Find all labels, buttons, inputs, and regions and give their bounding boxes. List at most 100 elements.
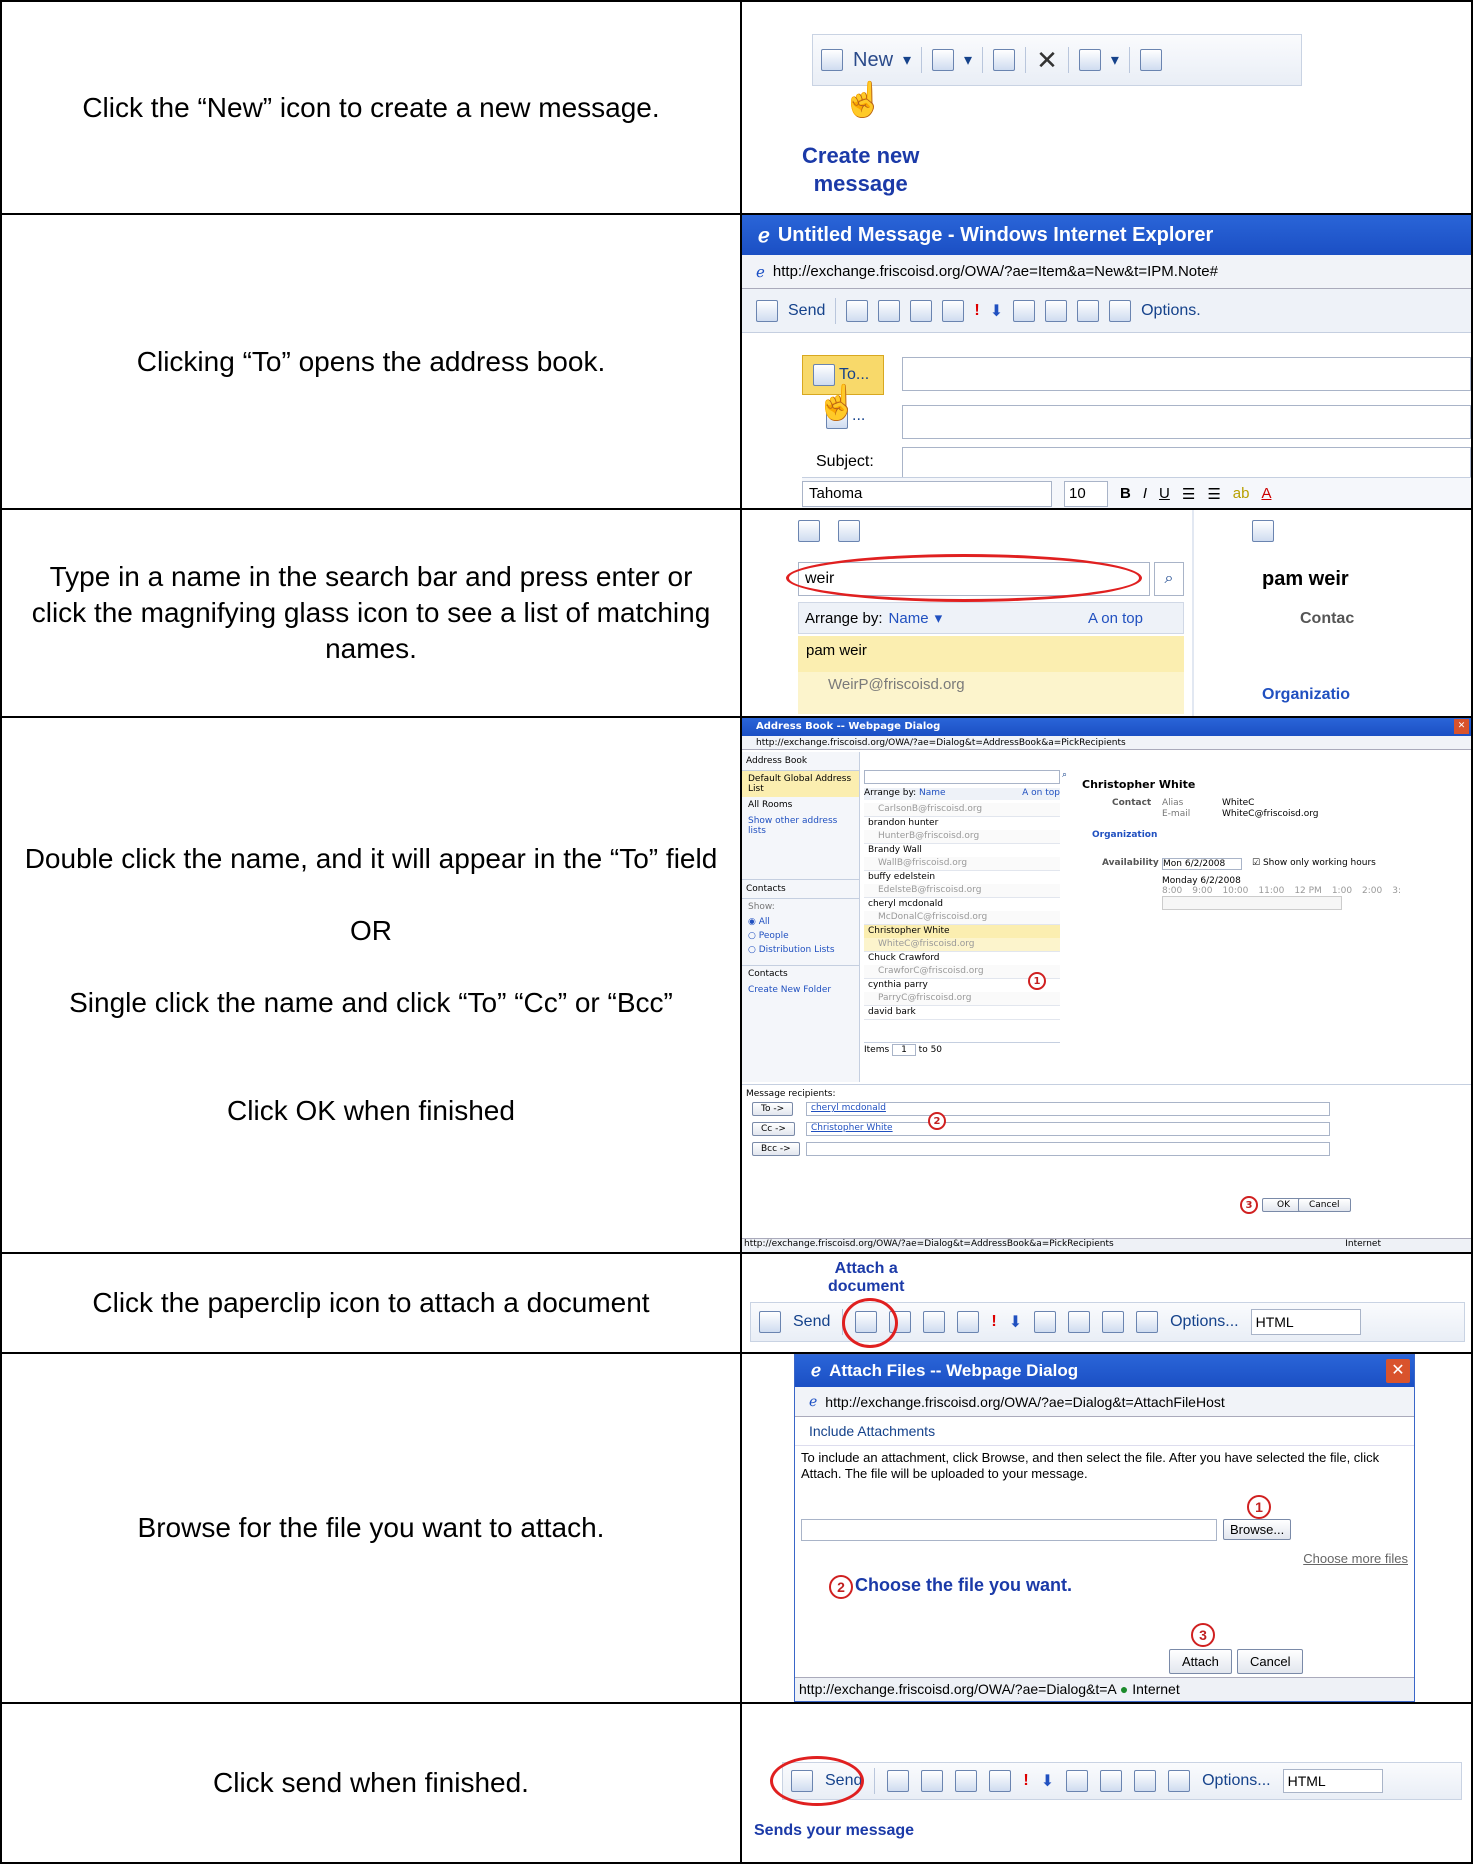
contact-list-item[interactable]: Christopher White WhiteC@friscoisd.org — [864, 925, 1060, 952]
availability-date[interactable]: Mon 6/2/2008 — [1162, 858, 1242, 870]
show-distribution-radio[interactable]: ○ Distribution Lists — [742, 943, 859, 957]
address-book-icon[interactable] — [910, 299, 933, 322]
create-folder-link[interactable]: Create New Folder — [742, 982, 859, 998]
contact-list-item[interactable]: cheryl mcdonald McDonalC@friscoisd.org — [864, 898, 1060, 925]
signature-icon[interactable] — [1134, 1770, 1157, 1792]
font-color-icon[interactable]: A — [1261, 485, 1271, 502]
options-icon[interactable] — [1109, 299, 1132, 322]
sidebar-item-global-list[interactable]: Default Global Address List — [742, 771, 859, 797]
send-icon[interactable] — [756, 299, 778, 322]
subject-field[interactable] — [902, 447, 1471, 481]
move-folder-icon[interactable] — [993, 49, 1016, 71]
magnifier-icon[interactable]: ⌕ — [1062, 770, 1067, 780]
bullets-icon[interactable]: ☰ — [1182, 485, 1195, 503]
cc-field[interactable] — [902, 405, 1471, 439]
organization-label[interactable]: Organization — [1092, 830, 1157, 840]
numbering-icon[interactable]: ☰ — [1207, 485, 1220, 503]
check-names-icon[interactable] — [989, 1770, 1012, 1792]
flag-icon[interactable] — [1013, 299, 1036, 322]
options-icon[interactable] — [1136, 1311, 1159, 1333]
importance-low-icon[interactable]: ⬇ — [1041, 1771, 1054, 1791]
bcc-field[interactable] — [806, 1142, 1330, 1156]
importance-low-icon[interactable]: ⬇ — [1009, 1312, 1022, 1332]
contact-list-item[interactable]: brandon hunter HunterB@friscoisd.org — [864, 817, 1060, 844]
magnifier-icon[interactable]: ⌕ — [1154, 562, 1184, 596]
cc-button[interactable]: Cc -> — [752, 1122, 795, 1136]
new-button-label[interactable]: New — [853, 49, 893, 72]
options-icon[interactable] — [1168, 1770, 1191, 1792]
close-icon[interactable]: ✕ — [1386, 1359, 1410, 1383]
paperclip-icon[interactable] — [878, 299, 901, 322]
show-other-lists-link[interactable]: Show other address lists — [742, 813, 859, 839]
sort-toggle[interactable]: A on top — [1088, 610, 1143, 627]
signature-icon[interactable] — [1102, 1311, 1125, 1333]
paperclip-icon[interactable] — [921, 1770, 944, 1792]
delete-icon[interactable]: ✕ — [1036, 45, 1058, 76]
check-names-icon[interactable] — [942, 299, 965, 322]
contact-list-item[interactable]: david bark — [864, 1006, 1060, 1020]
cancel-button[interactable]: Cancel — [1237, 1649, 1304, 1674]
browse-button[interactable]: Browse... — [1223, 1519, 1292, 1540]
bcc-button[interactable]: Bcc -> — [752, 1142, 800, 1156]
importance-high-icon[interactable]: ! — [1023, 1772, 1028, 1790]
close-icon[interactable]: ✕ — [1454, 719, 1469, 734]
sidebar-item-all-rooms[interactable]: All Rooms — [742, 797, 859, 813]
spelling-icon[interactable] — [1100, 1770, 1123, 1792]
save-icon[interactable] — [846, 299, 869, 322]
arrange-select[interactable]: Name — [889, 610, 929, 627]
address-book-icon[interactable] — [955, 1770, 978, 1792]
search-input[interactable] — [864, 770, 1060, 784]
choose-more-files-link[interactable]: Choose more files — [1303, 1551, 1408, 1566]
check-names-icon[interactable] — [957, 1311, 980, 1333]
attach-button[interactable]: Attach — [1169, 1649, 1232, 1674]
options-button[interactable]: Options. — [1141, 302, 1201, 320]
address-bar[interactable]: ℯ http://exchange.friscoisd.org/OWA/?ae=D… — [795, 1387, 1414, 1417]
flag-icon[interactable] — [1066, 1770, 1089, 1792]
address-bar[interactable]: ℯ http://exchange.friscoisd.org/OWA/?ae=I… — [742, 255, 1471, 289]
show-all-radio[interactable]: ◉ All — [742, 915, 859, 929]
italic-icon[interactable]: I — [1143, 485, 1147, 502]
bold-icon[interactable]: B — [1120, 485, 1131, 502]
to-field[interactable]: cheryl mcdonald — [806, 1102, 1330, 1116]
cancel-button[interactable]: Cancel — [1298, 1198, 1351, 1212]
contact-list-item[interactable]: buffy edelstein EdelsteB@friscoisd.org — [864, 871, 1060, 898]
importance-high-icon[interactable]: ! — [991, 1313, 996, 1331]
importance-low-icon[interactable]: ⬇ — [990, 301, 1003, 321]
contact-icon[interactable] — [1252, 520, 1274, 542]
highlight-icon[interactable]: ab — [1233, 485, 1250, 502]
contact-list-item[interactable]: CarlsonB@friscoisd.org — [864, 802, 1060, 817]
signature-icon[interactable] — [1077, 299, 1100, 322]
size-select[interactable]: 10 — [1064, 480, 1108, 507]
importance-high-icon[interactable]: ! — [974, 302, 979, 320]
flag-icon[interactable] — [1034, 1311, 1057, 1333]
address-book-icon[interactable] — [923, 1311, 946, 1333]
options-button[interactable]: Options... — [1202, 1772, 1270, 1790]
contact-list-item[interactable]: Brandy Wall WallB@friscoisd.org — [864, 844, 1060, 871]
contacts-folder[interactable]: Contacts — [742, 965, 859, 982]
format-select[interactable]: HTML — [1250, 1309, 1361, 1335]
dropdown-arrow-icon[interactable]: ▾ — [903, 50, 911, 70]
cc-field[interactable]: Christopher White — [806, 1122, 1330, 1136]
underline-icon[interactable]: U — [1159, 485, 1170, 502]
working-hours-checkbox[interactable]: ☑ Show only working hours — [1252, 858, 1376, 868]
format-select[interactable]: HTML — [1282, 1769, 1383, 1793]
font-select[interactable]: Tahoma — [802, 480, 1052, 507]
to-button[interactable]: To -> — [752, 1102, 794, 1116]
file-path-input[interactable] — [801, 1519, 1217, 1541]
to-field[interactable] — [902, 357, 1471, 391]
view-icon[interactable] — [798, 520, 820, 542]
move-folder-icon[interactable] — [838, 520, 860, 542]
view-icon[interactable] — [932, 49, 955, 71]
spelling-icon[interactable] — [1068, 1311, 1091, 1333]
print-icon[interactable] — [1139, 49, 1162, 71]
options-button[interactable]: Options... — [1170, 1313, 1238, 1331]
copy-icon[interactable] — [1078, 49, 1101, 71]
show-people-radio[interactable]: ○ People — [742, 929, 859, 943]
save-icon[interactable] — [887, 1770, 910, 1792]
send-icon[interactable] — [759, 1311, 781, 1333]
result-item[interactable]: pam weir WeirP@friscoisd.org — [798, 636, 1184, 714]
spelling-icon[interactable] — [1045, 299, 1068, 322]
send-button[interactable]: Send — [793, 1313, 830, 1331]
new-message-icon[interactable] — [821, 49, 843, 71]
send-button[interactable]: Send — [788, 302, 825, 320]
